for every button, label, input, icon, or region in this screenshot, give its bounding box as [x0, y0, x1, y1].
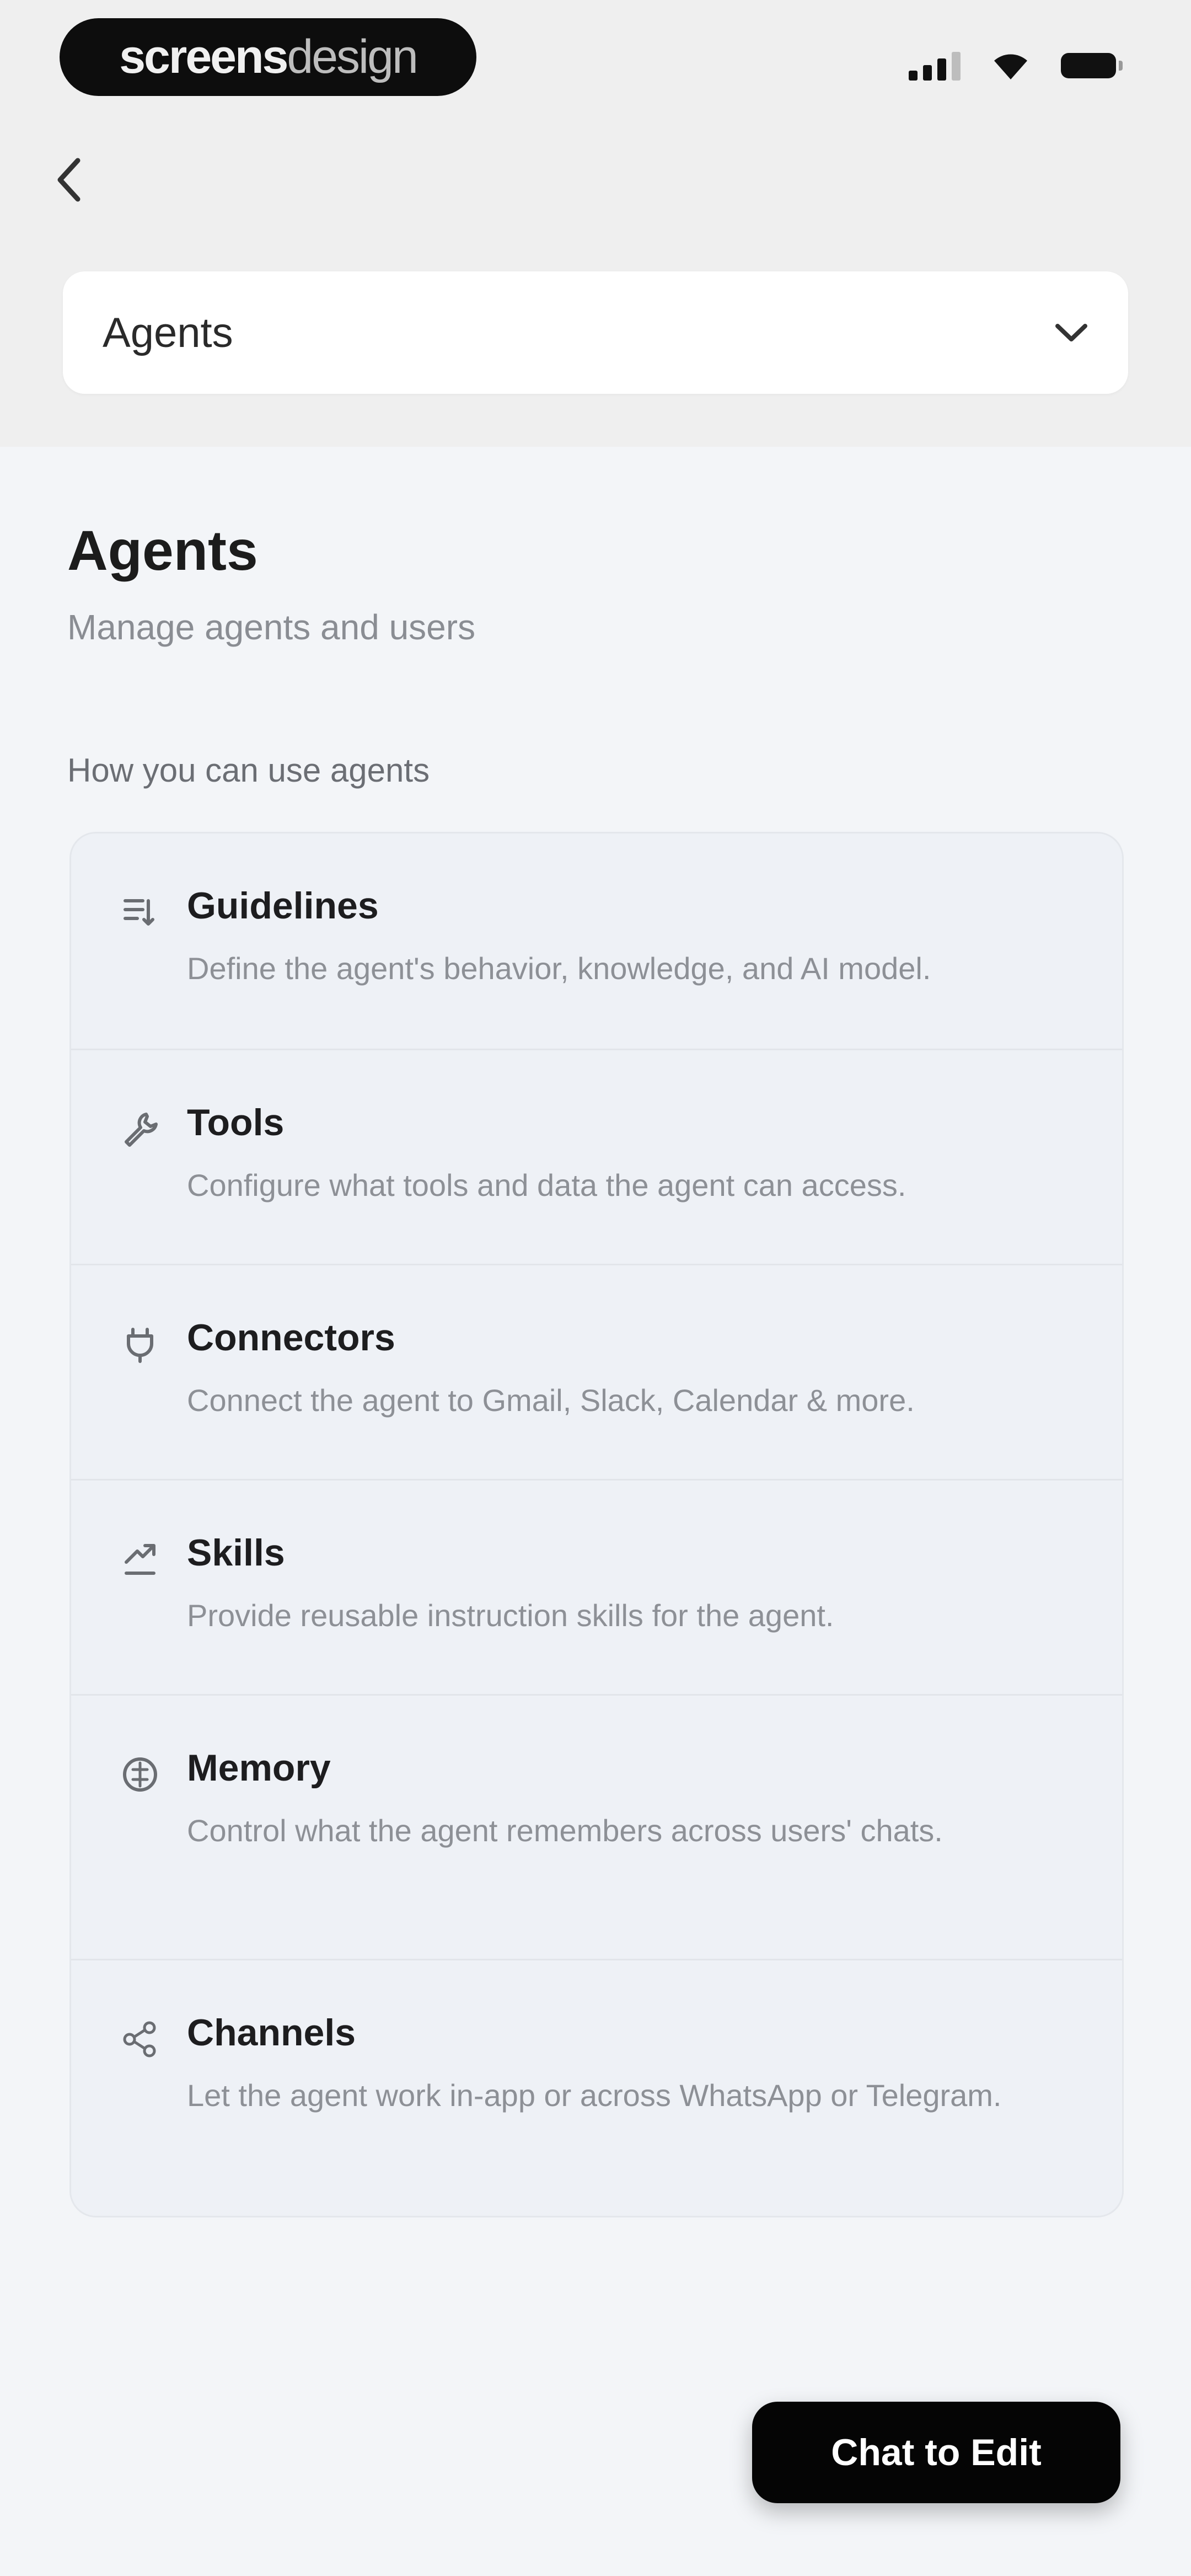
cellular-signal-icon: [909, 51, 961, 81]
feature-item-skills[interactable]: Skills Provide reusable instruction skil…: [71, 1479, 1122, 1694]
battery-icon: [1061, 53, 1123, 78]
feature-description: Configure what tools and data the agent …: [187, 1168, 906, 1203]
brand-logo: screens design: [60, 18, 476, 96]
feature-title: Memory: [187, 1747, 331, 1789]
brand-logo-light: design: [287, 30, 418, 83]
chevron-left-icon: [57, 158, 81, 202]
feature-item-channels[interactable]: Channels Let the agent work in-app or ac…: [71, 1959, 1122, 2216]
feature-description: Let the agent work in-app or across What…: [187, 2078, 1002, 2113]
features-card: Guidelines Define the agent's behavior, …: [69, 832, 1124, 2217]
memory-icon: [123, 1757, 157, 1792]
page-title: Agents: [67, 519, 258, 582]
feature-item-memory[interactable]: Memory Control what the agent remembers …: [71, 1694, 1122, 1959]
back-button[interactable]: [46, 152, 90, 207]
page-subtitle: Manage agents and users: [67, 607, 476, 647]
skills-icon: [125, 1544, 155, 1575]
wifi-icon: [994, 54, 1027, 79]
feature-description: Control what the agent remembers across …: [187, 1813, 943, 1848]
feature-description: Define the agent's behavior, knowledge, …: [187, 951, 931, 986]
section-dropdown[interactable]: Agents: [63, 271, 1128, 394]
chat-to-edit-button[interactable]: Chat to Edit: [752, 2402, 1120, 2503]
section-label: How you can use agents: [67, 752, 430, 789]
feature-title: Tools: [187, 1102, 285, 1143]
dropdown-selected-value: Agents: [103, 309, 233, 356]
feature-description: Provide reusable instruction skills for …: [187, 1598, 834, 1633]
feature-title: Guidelines: [187, 885, 379, 927]
plug-icon: [127, 1328, 153, 1363]
feature-title: Skills: [187, 1532, 285, 1574]
feature-item-guidelines[interactable]: Guidelines Define the agent's behavior, …: [71, 833, 1122, 1049]
feature-title: Channels: [187, 2012, 356, 2054]
feature-item-tools[interactable]: Tools Configure what tools and data the …: [71, 1049, 1122, 1264]
feature-description: Connect the agent to Gmail, Slack, Calen…: [187, 1383, 915, 1418]
wrench-icon: [125, 1113, 158, 1147]
status-bar: screens design: [0, 0, 1191, 132]
status-icons: [909, 51, 1123, 81]
guidelines-icon: [124, 899, 154, 926]
feature-title: Connectors: [187, 1317, 395, 1359]
brand-logo-bold: screens: [119, 30, 288, 83]
share-icon: [123, 2021, 156, 2057]
feature-item-connectors[interactable]: Connectors Connect the agent to Gmail, S…: [71, 1264, 1122, 1479]
chevron-down-icon: [1055, 324, 1087, 341]
